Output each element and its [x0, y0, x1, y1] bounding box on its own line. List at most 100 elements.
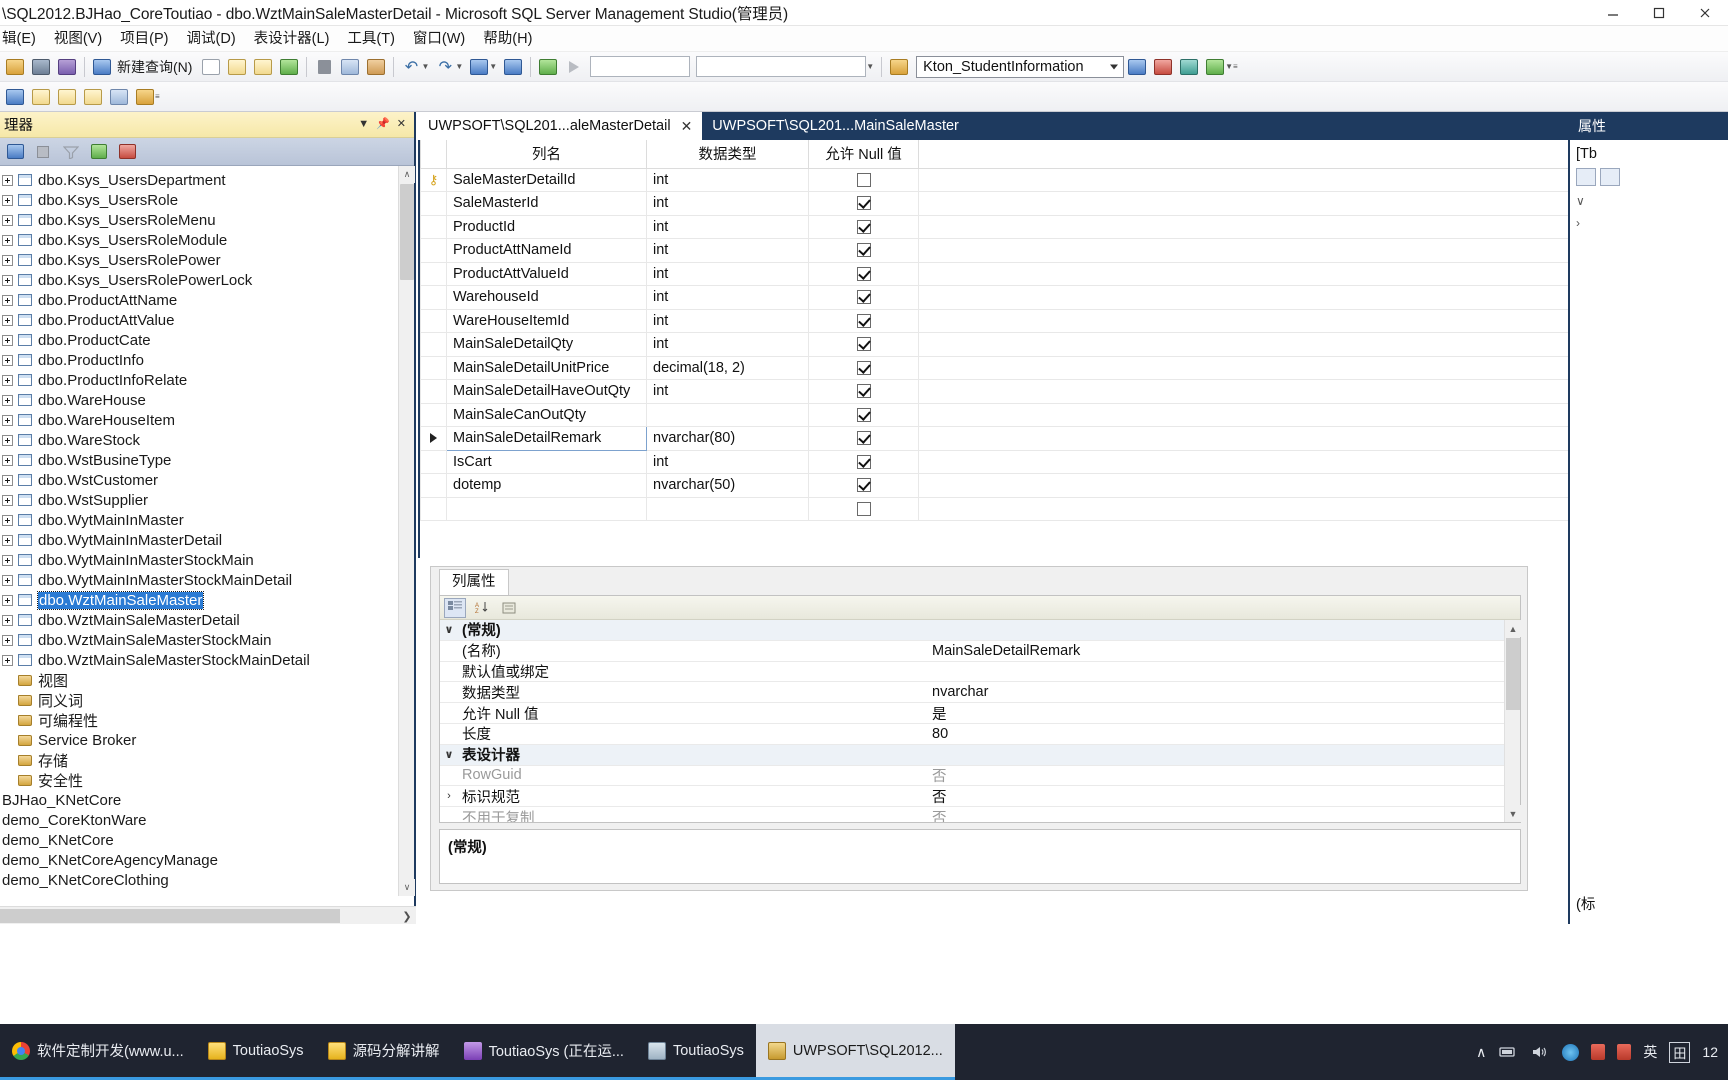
allow-nulls-checkbox[interactable] — [856, 196, 871, 211]
table-designer-grid[interactable]: 列名 数据类型 允许 Null 值 ⚷ SaleMasterDetailId int… — [418, 140, 1716, 581]
manage-checks-icon[interactable] — [55, 85, 79, 109]
taskbar-item-source-analysis[interactable]: 源码分解讲解 — [315, 1024, 452, 1080]
table-row[interactable]: ProductId int — [420, 214, 1716, 239]
data-type-cell[interactable]: int — [646, 238, 809, 263]
expand-icon[interactable] — [2, 514, 13, 526]
tab-column-properties[interactable]: 列属性 — [439, 569, 509, 595]
pin-icon[interactable]: 📌 — [376, 119, 390, 130]
menu-project[interactable]: 项目(P) — [111, 27, 177, 51]
tree-item[interactable]: 可编程性 — [0, 710, 414, 730]
expand-icon[interactable] — [2, 414, 13, 426]
play-icon[interactable] — [562, 55, 586, 79]
tree-item[interactable]: dbo.ProductCate — [0, 330, 414, 350]
row-selector-cell[interactable] — [420, 285, 447, 310]
column-name-cell[interactable]: WareHouseItemId — [446, 308, 647, 333]
filter-icon[interactable] — [60, 142, 82, 162]
taskbar-item-visualstudio[interactable]: ToutiaoSys (正在运... — [451, 1024, 636, 1080]
expand-icon[interactable] — [2, 594, 13, 606]
allow-nulls-cell[interactable] — [808, 473, 919, 498]
tab-sale-master-detail[interactable]: UWPSOFT\SQL201...aleMasterDetail ✕ — [418, 112, 703, 140]
alphabetical-icon[interactable]: AZ — [471, 598, 493, 618]
open-folder-icon[interactable] — [3, 55, 27, 79]
property-value[interactable]: MainSaleDetailRemark — [926, 643, 1520, 659]
expander-icon[interactable]: › — [440, 790, 458, 802]
network-icon[interactable] — [1498, 1042, 1518, 1062]
row-selector-cell[interactable] — [420, 496, 447, 521]
allow-nulls-cell[interactable] — [808, 167, 919, 192]
clock-label[interactable]: 12 — [1702, 1044, 1718, 1060]
disconnect-icon[interactable] — [32, 142, 54, 162]
property-row[interactable]: (名称) MainSaleDetailRemark — [440, 641, 1520, 662]
properties-panel-tab[interactable]: 属性 — [1570, 112, 1728, 140]
properties-list[interactable]: ∨ (常规) (名称) MainSaleDetailRemark 默认值或绑定 数据类型 n… — [440, 620, 1520, 822]
expand-icon[interactable] — [2, 434, 13, 446]
results-to-grid-icon[interactable] — [1203, 55, 1227, 79]
chevron-right-icon[interactable]: › — [1570, 212, 1728, 234]
close-icon[interactable]: ✕ — [681, 119, 693, 133]
tree-item[interactable]: dbo.WstCustomer — [0, 470, 414, 490]
row-selector-cell[interactable] — [420, 332, 447, 357]
allow-nulls-header[interactable]: 允许 Null 值 — [808, 140, 919, 169]
tree-item[interactable]: dbo.WztMainSaleMasterStockMainDetail — [0, 650, 414, 670]
column-name-cell[interactable]: dotemp — [446, 473, 647, 498]
table-row[interactable]: WareHouseItemId int — [420, 308, 1716, 333]
menu-window[interactable]: 窗口(W) — [404, 27, 474, 51]
object-explorer-vscrollbar[interactable]: ∧ ∨ — [398, 166, 415, 896]
allow-nulls-cell[interactable] — [808, 238, 919, 263]
data-type-cell[interactable]: int — [646, 191, 809, 216]
column-name-header[interactable]: 列名 — [446, 140, 647, 169]
scroll-up-icon[interactable]: ▲ — [1505, 620, 1521, 637]
expand-icon[interactable] — [2, 274, 13, 286]
table-row[interactable]: MainSaleDetailQty int — [420, 332, 1716, 357]
data-type-cell[interactable]: int — [646, 261, 809, 286]
tab-main-sale-master[interactable]: UWPSOFT\SQL201...MainSaleMaster — [702, 112, 969, 140]
execute-icon[interactable] — [536, 55, 560, 79]
allow-nulls-checkbox[interactable] — [856, 454, 871, 469]
allow-nulls-cell[interactable] — [808, 214, 919, 239]
new-analysis-query-icon[interactable] — [251, 55, 275, 79]
data-type-cell[interactable]: nvarchar(50) — [646, 473, 809, 498]
expand-icon[interactable] — [2, 334, 13, 346]
column-name-cell[interactable]: MainSaleDetailUnitPrice — [446, 355, 647, 380]
menu-edit[interactable]: 辑(E) — [0, 27, 45, 51]
table-row[interactable]: MainSaleDetailRemark nvarchar(80) — [420, 426, 1716, 451]
toolbar-combo-1[interactable] — [590, 56, 691, 77]
allow-nulls-checkbox[interactable] — [856, 337, 871, 352]
maximize-button[interactable] — [1636, 0, 1682, 26]
column-name-cell[interactable]: ProductId — [446, 214, 647, 239]
taskbar-item-toutiaosys-1[interactable]: ToutiaoSys — [195, 1024, 316, 1080]
table-row[interactable]: IsCart int — [420, 449, 1716, 474]
expand-icon[interactable] — [2, 174, 13, 186]
tree-item[interactable]: demo_KNetCoreClothing — [0, 870, 414, 890]
app-red-icon[interactable] — [1591, 1044, 1606, 1060]
row-selector-cell[interactable]: ⚷ — [420, 167, 447, 192]
property-value[interactable]: 否 — [926, 765, 1520, 786]
allow-nulls-checkbox[interactable] — [856, 172, 871, 187]
refresh-icon[interactable] — [88, 142, 110, 162]
table-row[interactable]: dotemp nvarchar(50) — [420, 473, 1716, 498]
allow-nulls-checkbox[interactable] — [856, 290, 871, 305]
object-explorer-hscrollbar[interactable]: ❯ — [0, 906, 416, 924]
expand-icon[interactable] — [2, 474, 13, 486]
expand-icon[interactable] — [2, 634, 13, 646]
combo-dropdown-icon[interactable]: ▼ — [866, 62, 874, 71]
vscroll-thumb[interactable] — [400, 184, 414, 280]
row-selector-cell[interactable] — [420, 308, 447, 333]
app-red2-icon[interactable] — [1617, 1044, 1632, 1060]
table-row[interactable] — [420, 496, 1716, 521]
tree-item[interactable]: dbo.WareStock — [0, 430, 414, 450]
tree-item[interactable]: BJHao_KNetCore — [0, 790, 414, 810]
column-name-cell[interactable] — [446, 496, 647, 521]
allow-nulls-checkbox[interactable] — [856, 360, 871, 375]
tree-item[interactable]: dbo.WareHouse — [0, 390, 414, 410]
scroll-right-icon[interactable]: ❯ — [398, 907, 416, 925]
expand-icon[interactable] — [2, 254, 13, 266]
column-name-cell[interactable]: SaleMasterId — [446, 191, 647, 216]
property-value[interactable]: 否 — [926, 786, 1520, 807]
property-value[interactable]: 80 — [926, 726, 1520, 742]
tree-item[interactable]: dbo.Ksys_UsersRoleMenu — [0, 210, 414, 230]
undo-icon[interactable]: ↶ — [399, 55, 423, 79]
ime-mode-label[interactable]: 田 — [1669, 1041, 1691, 1063]
manage-indexes-icon[interactable] — [29, 85, 53, 109]
allow-nulls-cell[interactable] — [808, 355, 919, 380]
